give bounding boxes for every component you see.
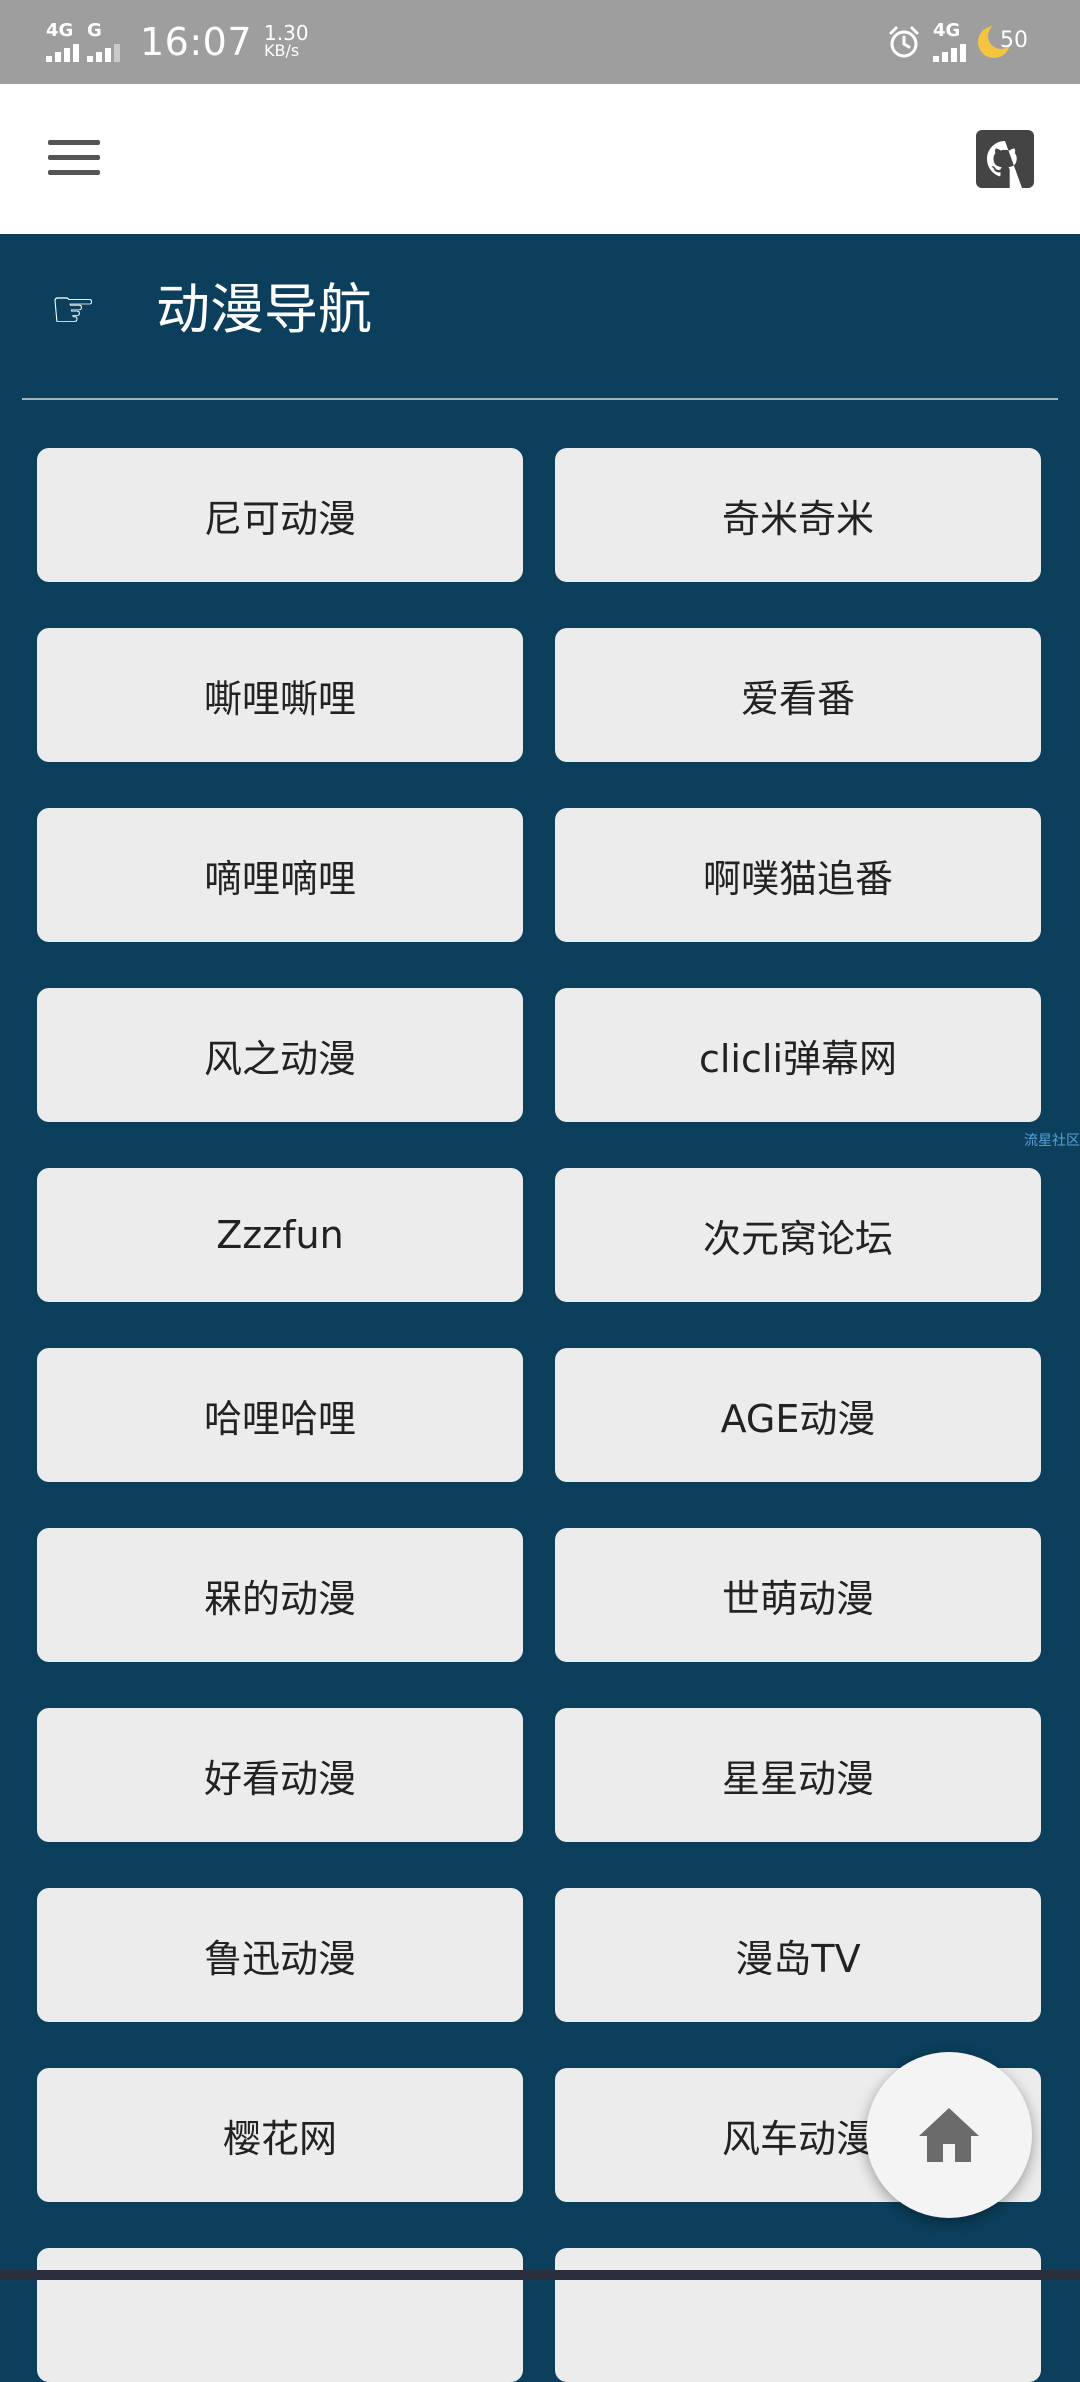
nav-button[interactable]: 风之动漫 — [37, 988, 523, 1122]
watermark: 流星社区 — [1024, 1133, 1080, 1149]
signal-icon: 4G — [933, 22, 966, 62]
nav-button[interactable]: 啊噗猫追番 — [555, 808, 1041, 942]
nav-button[interactable] — [555, 2248, 1041, 2382]
home-button[interactable] — [866, 2052, 1032, 2218]
pointing-hand-icon: ☞ — [50, 280, 97, 340]
nav-button[interactable]: Zzzfun — [37, 1168, 523, 1302]
status-left: 4G G 16:07 1.30 KB/s — [46, 18, 309, 66]
nav-button[interactable]: 樱花网 — [37, 2068, 523, 2202]
nav-button[interactable]: 星星动漫 — [555, 1708, 1041, 1842]
nav-button[interactable] — [37, 2248, 523, 2382]
net-speed: 1.30 KB/s — [264, 21, 309, 60]
home-icon — [919, 2108, 979, 2162]
nav-button[interactable]: 奇米奇米 — [555, 448, 1041, 582]
signal-icon: G — [87, 22, 120, 62]
nav-button[interactable]: 鲁迅动漫 — [37, 1888, 523, 2022]
app-bar — [0, 84, 1080, 234]
status-right: 4G 50 — [887, 18, 1034, 66]
nav-button[interactable]: 尼可动漫 — [37, 448, 523, 582]
net-speed-unit: KB/s — [264, 41, 300, 60]
nav-button[interactable]: 好看动漫 — [37, 1708, 523, 1842]
section-header: ☞ 动漫导航 — [0, 234, 1080, 400]
nav-button[interactable]: clicli弹幕网 — [555, 988, 1041, 1122]
divider — [22, 398, 1058, 400]
nav-button[interactable]: AGE动漫 — [555, 1348, 1041, 1482]
nav-button[interactable]: 次元窝论坛 — [555, 1168, 1041, 1302]
nav-button[interactable]: 哈哩哈哩 — [37, 1348, 523, 1482]
sim2-label: G — [87, 20, 102, 41]
bottom-strip — [0, 2270, 1080, 2280]
nav-button[interactable]: 漫岛TV — [555, 1888, 1041, 2022]
status-time: 16:07 — [140, 20, 253, 64]
right-network-label: 4G — [933, 20, 961, 41]
sim1-label: 4G — [46, 20, 74, 41]
status-bar: 4G G 16:07 1.30 KB/s 4G 50 — [0, 0, 1080, 84]
signal-icon: 4G — [46, 22, 79, 62]
nav-button[interactable]: 槑的动漫 — [37, 1528, 523, 1662]
nav-button[interactable]: 爱看番 — [555, 628, 1041, 762]
nav-button[interactable]: 世萌动漫 — [555, 1528, 1041, 1662]
nav-button[interactable]: 嘀哩嘀哩 — [37, 808, 523, 942]
battery-indicator: 50 — [978, 23, 1034, 60]
alarm-icon — [889, 26, 919, 58]
battery-level: 50 — [1000, 28, 1028, 53]
github-icon[interactable] — [976, 130, 1034, 188]
menu-icon[interactable] — [48, 138, 100, 178]
net-speed-value: 1.30 — [264, 21, 309, 45]
section-title: 动漫导航 — [156, 278, 372, 341]
nav-button[interactable]: 嘶哩嘶哩 — [37, 628, 523, 762]
